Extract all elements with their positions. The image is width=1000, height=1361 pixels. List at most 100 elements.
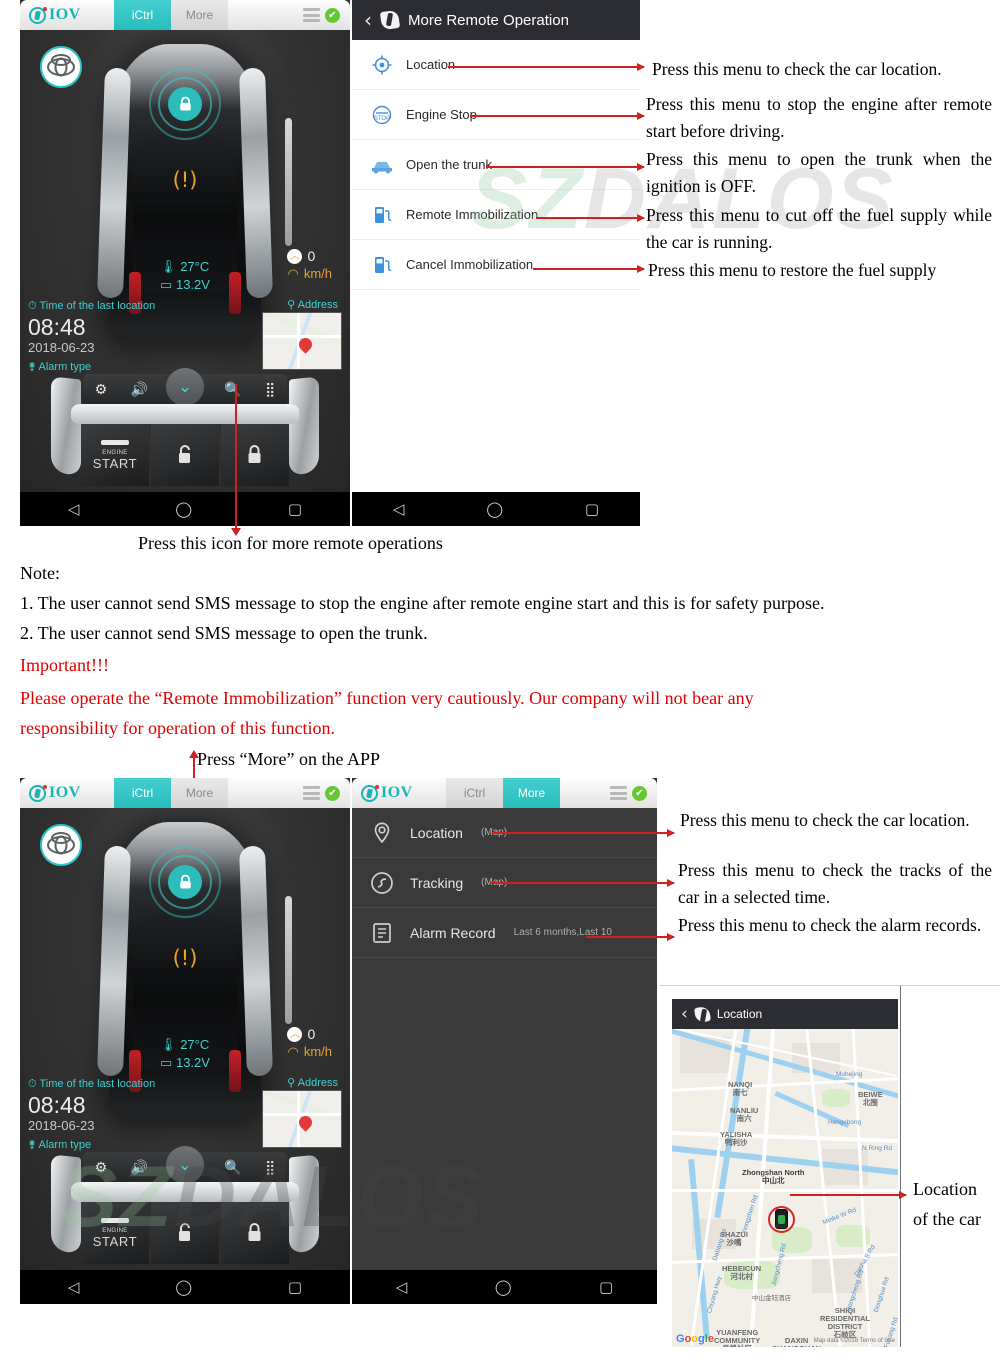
speaker-icon[interactable]: 🔊 — [130, 382, 147, 398]
tab-more-label-2: More — [185, 786, 214, 800]
remote-panel-header: ‹ More Remote Operation — [352, 0, 640, 40]
back-icon[interactable]: ‹ — [364, 8, 372, 32]
speaker-icon-2[interactable]: 🔊 — [130, 1160, 147, 1176]
grid-apps-icon-2[interactable]: ⣿ — [265, 1160, 275, 1176]
map-label-zhongshan-north: Zhongshan North 中山北 — [742, 1168, 805, 1185]
remote-item-cancel-immobilization[interactable]: Cancel Immobilization — [352, 240, 640, 290]
location-panel-header: ‹ Location — [672, 999, 898, 1029]
iov-mark-icon-3 — [361, 784, 379, 802]
lock-icon-2[interactable] — [168, 865, 202, 899]
lock-icon[interactable] — [168, 87, 202, 121]
tab-ictrl[interactable]: iCtrl — [114, 0, 171, 30]
gauge-icon-2: ◠ — [287, 1044, 299, 1059]
check-badge-icon-2: ✔ — [325, 785, 340, 801]
alarm-type-label-2: ⚵ Alarm type — [28, 1139, 92, 1151]
list-icon-2[interactable] — [303, 786, 320, 800]
arrow-open-trunk — [486, 163, 645, 170]
back-icon-2[interactable]: ‹ — [681, 1004, 688, 1024]
temperature-value: 27°C — [180, 259, 210, 274]
google-logo: Google — [676, 1333, 714, 1345]
location-map-phone: ‹ Location NANQI 南七 NANLIU 南六 YALISHA 鸭利… — [672, 999, 898, 1347]
crosshair-location-icon — [370, 53, 394, 77]
car-taillight-right — [229, 272, 241, 314]
engine-start-button[interactable]: ENGINE START — [81, 424, 149, 486]
more-item-location-label: Location — [410, 824, 463, 841]
nav-back-icon-4[interactable]: ◁ — [396, 1278, 408, 1296]
annotation-car-location-line2: of the car — [913, 1209, 981, 1229]
nav-home-icon[interactable]: ◯ — [175, 500, 192, 518]
vertical-slider-2[interactable] — [285, 896, 292, 1024]
remote-item-remote-immobilization[interactable]: Remote Immobilization — [352, 190, 640, 240]
chevron-up-icon: ︿ — [287, 249, 303, 264]
nav-recent-icon-2[interactable]: ▢ — [585, 500, 599, 518]
important-body-line2: responsibility for operation of this fun… — [20, 718, 335, 738]
lock-button[interactable] — [221, 424, 289, 486]
android-navbar-bottom-middle: ◁ ◯ ▢ — [352, 1270, 657, 1304]
address-minimap-2[interactable] — [262, 1090, 342, 1148]
list-icon[interactable] — [303, 8, 320, 22]
control-console-2: ⚙ 🔊 🔍 ⣿ ⌄ ENGINE START — [51, 1146, 319, 1268]
camera-search-icon-2[interactable]: 🔍 — [224, 1160, 241, 1176]
gear-icon[interactable]: ⚙ — [95, 382, 108, 398]
annotation-car-location-line1: Location — [913, 1179, 977, 1199]
console-wing-right — [289, 376, 319, 476]
chevron-down-icon-2[interactable]: ⌄ — [166, 1146, 204, 1184]
map-label-shiqi: SHIQI RESIDENTIAL DISTRICT 石岐区 — [820, 1306, 871, 1339]
app-logo-icon — [381, 11, 399, 29]
tab-more[interactable]: More — [171, 0, 228, 30]
map-attribution: Map data ©2018 Terms of Use — [813, 1338, 895, 1344]
tab-ictrl-2[interactable]: iCtrl — [114, 778, 171, 808]
unlock-button-2[interactable] — [151, 1202, 219, 1264]
tab-ictrl-label: iCtrl — [131, 8, 154, 22]
lock-status-rings — [149, 68, 221, 140]
chevron-down-icon[interactable]: ⌄ — [166, 368, 204, 406]
speed-readout: ︿ 0 ◠ km/h — [287, 248, 332, 282]
remote-item-remote-immobilization-label: Remote Immobilization — [406, 207, 539, 222]
nav-back-icon-2[interactable]: ◁ — [393, 500, 405, 518]
nav-recent-icon-4[interactable]: ▢ — [599, 1278, 613, 1296]
iov-mark-icon-2 — [29, 784, 47, 802]
nav-home-icon-3[interactable]: ◯ — [175, 1278, 192, 1296]
android-navbar-top-middle: ◁ ◯ ▢ — [352, 492, 640, 526]
nav-back-icon[interactable]: ◁ — [68, 500, 80, 518]
last-location-time: 08:48 — [28, 314, 86, 340]
tab-more-3[interactable]: More — [503, 778, 560, 808]
thermometer-icon: 🌡 — [160, 259, 177, 274]
more-item-alarm-record[interactable]: Alarm Record Last 6 months,Last 10 — [352, 908, 657, 958]
remote-item-cancel-immobilization-label: Cancel Immobilization — [406, 257, 534, 272]
vertical-slider[interactable] — [285, 118, 292, 246]
engine-start-button-2[interactable]: ENGINE START — [81, 1202, 149, 1264]
console-buttons: ENGINE START — [81, 424, 289, 486]
unlock-button[interactable] — [151, 424, 219, 486]
voltage-value-2: 13.2V — [175, 1055, 210, 1070]
arrow-press-icon — [230, 384, 241, 536]
nav-home-icon-2[interactable]: ◯ — [486, 500, 503, 518]
remote-item-open-trunk[interactable]: Open the trunk — [352, 140, 640, 190]
speed-unit: km/h — [303, 266, 332, 281]
remote-desc-cancel-immobilization: Press this menu to restore the fuel supp… — [648, 260, 937, 280]
arrow-location — [448, 63, 645, 70]
camera-search-icon[interactable]: 🔍 — [224, 382, 241, 398]
nav-recent-icon[interactable]: ▢ — [288, 500, 302, 518]
tab-ictrl-3[interactable]: iCtrl — [446, 778, 503, 808]
map-label-hebeicun: HEBEICUN 河北村 — [722, 1264, 762, 1281]
remote-item-location[interactable]: Location — [352, 40, 640, 90]
gear-icon-2[interactable]: ⚙ — [95, 1160, 108, 1176]
fuel-pump-icon-2 — [370, 253, 394, 277]
grid-apps-icon[interactable]: ⣿ — [265, 382, 275, 398]
list-icon-3[interactable] — [610, 786, 627, 800]
tab-ictrl-label-2: iCtrl — [131, 786, 154, 800]
address-minimap[interactable] — [262, 312, 342, 370]
nav-recent-icon-3[interactable]: ▢ — [288, 1278, 302, 1296]
nav-home-icon-4[interactable]: ◯ — [495, 1278, 512, 1296]
last-location-time-label: ⏱ Time of the last location — [28, 300, 156, 312]
app-header-2: IOV iCtrl More ✔ — [20, 778, 350, 808]
map-label-beiwe: BEIWE 北围 — [858, 1090, 883, 1107]
gauge-icon: ◠ — [287, 266, 299, 281]
car-location-marker-icon[interactable] — [775, 1209, 788, 1229]
nav-back-icon-3[interactable]: ◁ — [68, 1278, 80, 1296]
annotation-press-more: Press “More” on the APP — [197, 749, 380, 769]
lock-button-2[interactable] — [221, 1202, 289, 1264]
tab-more-2[interactable]: More — [171, 778, 228, 808]
google-map[interactable]: NANQI 南七 NANLIU 南六 YALISHA 鸭利沙 BEIWE 北围 Muhe… — [672, 1029, 898, 1347]
